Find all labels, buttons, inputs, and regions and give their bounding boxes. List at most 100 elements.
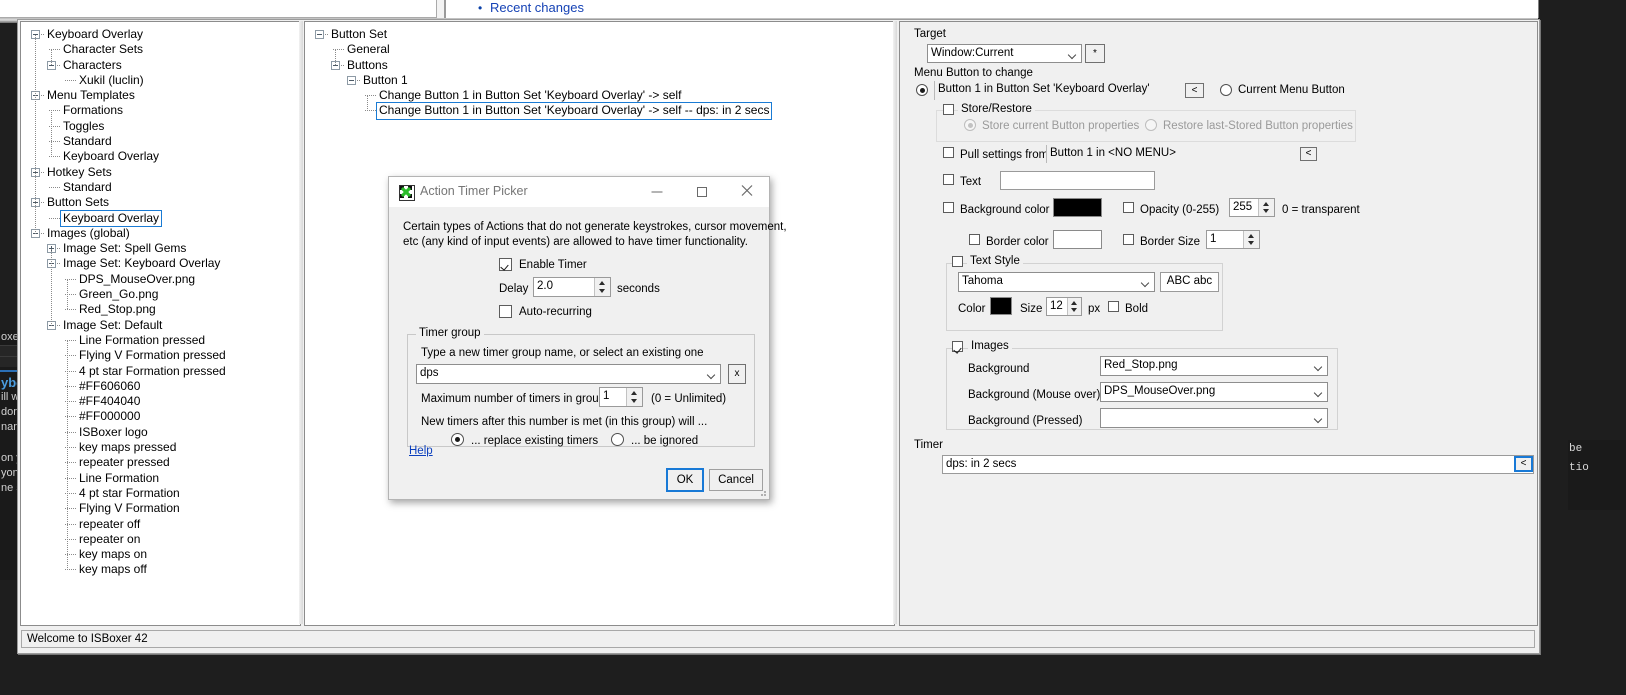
recent-changes-link[interactable]: Recent changes [490, 0, 584, 15]
background-color-swatch[interactable] [1053, 198, 1102, 217]
splitter-right[interactable] [893, 21, 897, 624]
bold-label: Bold [1125, 303, 1149, 315]
cancel-button[interactable]: Cancel [709, 469, 763, 491]
timer-group-combo[interactable]: dps [416, 364, 721, 384]
pull-settings-field[interactable]: Button 1 in <NO MENU> [1046, 145, 1318, 163]
tree-item-label: Flying V Formation [79, 501, 180, 516]
dialog-maximize-button[interactable] [679, 177, 724, 207]
pull-settings-value: Button 1 in <NO MENU> [1050, 147, 1176, 159]
images-label: Images [968, 340, 1012, 352]
tree-item-label: 4 pt star Formation pressed [79, 363, 226, 378]
tree-collapse-icon[interactable] [347, 75, 356, 85]
timer-group-label: Timer group [416, 327, 484, 339]
opacity-spinner-buttons[interactable] [1258, 199, 1274, 216]
color-label: Color [958, 303, 986, 315]
text-input[interactable] [1000, 171, 1155, 190]
size-spinner-buttons[interactable] [1067, 298, 1081, 315]
size-label: Size [1020, 303, 1043, 315]
auto-recurring-checkbox[interactable] [499, 305, 512, 318]
spin-down-icon[interactable] [1263, 209, 1269, 213]
target-star-button[interactable]: * [1085, 44, 1105, 63]
tree-item-label: repeater pressed [79, 455, 170, 470]
tree-item-label: Flying V Formation pressed [79, 348, 226, 363]
tree-item-label: Characters [63, 57, 122, 72]
text-checkbox[interactable] [943, 174, 954, 185]
max-timers-spinner-buttons[interactable] [626, 388, 642, 406]
opacity-checkbox[interactable] [1123, 202, 1134, 213]
background-mouseover-combo[interactable]: DPS_MouseOver.png [1100, 382, 1328, 402]
bg-text-fragment: be [1569, 443, 1583, 455]
tree-item-label: key maps on [79, 547, 148, 562]
radio-restore-last-stored[interactable] [1145, 119, 1157, 131]
spin-up-icon[interactable] [599, 281, 605, 285]
border-size-checkbox[interactable] [1123, 234, 1134, 245]
spin-down-icon[interactable] [1248, 241, 1254, 245]
delay-spinner-buttons[interactable] [594, 278, 610, 296]
tree-item-label: repeater on [79, 531, 141, 546]
help-link[interactable]: Help [409, 445, 433, 457]
tree-item-label: Line Formation pressed [79, 332, 206, 347]
delay-spinner[interactable]: 2.0 [533, 277, 611, 297]
background-color-label: Background color [960, 204, 1050, 216]
spin-down-icon[interactable] [631, 399, 637, 403]
dialog-close-button[interactable] [724, 177, 769, 207]
restore-last-label: Restore last-Stored Button properties [1163, 120, 1353, 132]
tree-item-label: Line Formation [79, 470, 160, 485]
dialog-title-bar[interactable]: Action Timer Picker [389, 177, 769, 207]
dialog-minimize-button[interactable] [634, 177, 679, 207]
bold-checkbox[interactable] [1108, 301, 1119, 312]
opacity-label: Opacity (0-255) [1140, 204, 1220, 216]
tree-item-label: Button Set [331, 27, 388, 41]
text-color-swatch[interactable] [990, 297, 1012, 315]
tree-item-label: Image Set: Spell Gems [63, 241, 187, 256]
spin-up-icon[interactable] [1263, 202, 1269, 206]
tree-guide-line [51, 50, 52, 66]
tree-collapse-icon[interactable] [315, 30, 324, 39]
radio-specific-menu-button[interactable] [916, 84, 928, 96]
text-style-checkbox[interactable] [952, 256, 963, 267]
background-pressed-combo[interactable] [1100, 408, 1328, 428]
timer-field[interactable]: dps: in 2 secs [942, 455, 1534, 474]
border-size-spinner[interactable]: 1 [1206, 230, 1260, 249]
radio-store-current-properties[interactable] [964, 119, 976, 131]
clear-timer-group-button[interactable]: x [728, 364, 746, 384]
enable-timer-checkbox[interactable] [499, 258, 512, 271]
menu-button-value-field[interactable]: Button 1 in Button Set 'Keyboard Overlay… [934, 81, 1224, 100]
font-combo[interactable]: Tahoma [958, 272, 1155, 292]
tree-item-label: 4 pt star Formation [79, 485, 180, 500]
left-tree-panel[interactable]: Keyboard Overlay Character Sets Characters… [20, 21, 301, 626]
tree-item-label: Character Sets [63, 42, 144, 57]
pull-settings-picker-button[interactable]: < [1300, 147, 1317, 161]
timer-picker-button[interactable]: < [1514, 456, 1533, 472]
ok-button[interactable]: OK [666, 468, 704, 492]
menu-button-picker-button[interactable]: < [1185, 83, 1204, 98]
spin-up-icon[interactable] [631, 391, 637, 395]
size-spinner[interactable]: 12 [1046, 297, 1082, 316]
tree-item-label: Change Button 1 in Button Set 'Keyboard … [375, 102, 773, 120]
text-style-label: Text Style [967, 255, 1023, 267]
resize-grip[interactable] [757, 487, 767, 497]
spin-up-icon[interactable] [1071, 301, 1077, 305]
tree-item-label: ISBoxer logo [79, 424, 148, 439]
radio-replace-existing-timers[interactable] [451, 433, 464, 446]
spin-down-icon[interactable] [599, 289, 605, 293]
border-color-swatch[interactable] [1053, 230, 1102, 249]
border-size-spinner-buttons[interactable] [1243, 231, 1259, 248]
background-color-checkbox[interactable] [943, 202, 954, 213]
splitter-left[interactable] [299, 21, 303, 624]
background-image-combo[interactable]: Red_Stop.png [1100, 356, 1328, 376]
images-checkbox[interactable] [952, 341, 963, 352]
target-combo[interactable]: Window:Current [927, 44, 1082, 63]
opacity-spinner[interactable]: 255 [1229, 198, 1275, 217]
max-timers-spinner[interactable]: 1 [599, 387, 643, 407]
pull-settings-checkbox[interactable] [943, 147, 954, 158]
tree-item-label: repeater off [79, 516, 141, 531]
radio-be-ignored[interactable] [611, 433, 624, 446]
store-restore-checkbox[interactable] [943, 104, 954, 115]
spin-down-icon[interactable] [1071, 308, 1077, 312]
spin-up-icon[interactable] [1248, 234, 1254, 238]
tree-item-label: Buttons [347, 57, 388, 72]
tree-item-label: #FF000000 [79, 409, 141, 424]
radio-current-menu-button[interactable] [1220, 84, 1232, 96]
border-color-checkbox[interactable] [969, 234, 980, 245]
